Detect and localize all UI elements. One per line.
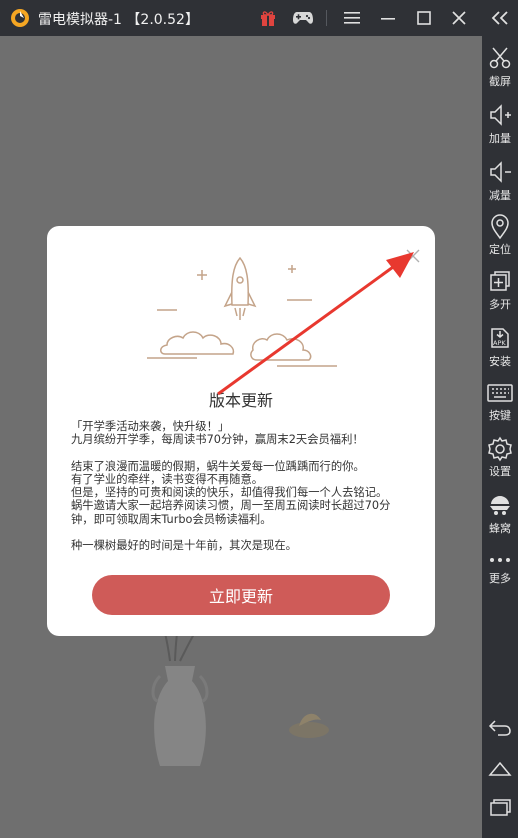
gamepad-icon[interactable] — [291, 6, 315, 30]
sidebar-label: 设置 — [489, 465, 511, 478]
sidebar-item-more[interactable]: 更多 — [482, 548, 518, 600]
body-line: 九月缤纷开学季，每周读书70分钟，赢周末2天会员福利！ — [71, 433, 364, 447]
annotation-arrow — [217, 252, 414, 396]
body-line: 有了学业的牵绊，读书变得不再随意。 — [71, 472, 264, 486]
sidebar-label: 安装 — [489, 355, 511, 368]
sidebar-item-multi-open[interactable]: 多开 — [482, 267, 518, 319]
leidian-logo-icon — [11, 9, 29, 27]
sidebar-label: 更多 — [489, 572, 511, 585]
menu-icon[interactable] — [340, 6, 364, 30]
maximize-icon[interactable] — [412, 6, 436, 30]
sidebar-label: 蜂窝 — [489, 522, 511, 535]
body-line: 但是，坚持的可贵和阅读的快乐，却值得我们每一个人去铭记。 — [71, 486, 388, 500]
sidebar-label: 减量 — [489, 189, 511, 202]
gear-icon — [488, 436, 512, 462]
sidebar-item-location[interactable]: 定位 — [482, 212, 518, 264]
keyboard-icon — [487, 384, 513, 402]
sidebar-item-keymap[interactable]: 按键 — [482, 380, 518, 432]
body-line: 钟，即可领取周末Turbo会员畅读福利。 — [71, 512, 272, 526]
body-line: 「开学季活动来袭，快升级！」 — [71, 420, 230, 433]
minimize-icon[interactable] — [376, 6, 400, 30]
sidebar-label: 按键 — [489, 409, 511, 422]
home-icon[interactable] — [482, 752, 518, 786]
sidebar-label: 多开 — [489, 298, 511, 311]
sidebar-item-settings[interactable]: 设置 — [482, 434, 518, 486]
sidebar-item-screenshot[interactable]: 截屏 — [482, 44, 518, 96]
emulator-screen[interactable]: 版本更新 「开学季活动来袭，快升级！」 九月缤纷开学季，每周读书70分钟，赢周末… — [0, 36, 482, 838]
titlebar-divider — [326, 10, 327, 26]
close-icon[interactable] — [447, 6, 471, 30]
hive-icon — [490, 496, 510, 515]
sidebar-item-volume-down[interactable]: 减量 — [482, 158, 518, 210]
more-dots-icon — [490, 558, 510, 562]
double-chevron-left-icon[interactable] — [482, 1, 518, 35]
sidebar-label: 加量 — [489, 132, 511, 145]
title-bar: 雷电模拟器-1 【2.0.52】 — [0, 0, 518, 36]
right-toolbar: 截屏 加量 减量 定位 多开 APK 安装 按键 设置 蜂窝 更多 — [482, 0, 518, 838]
window-title: 雷电模拟器-1 【2.0.52】 — [38, 12, 199, 28]
gift-icon[interactable] — [256, 6, 280, 30]
body-line: 结束了浪漫而温暖的假期，蜗牛关爱每一位踽踽而行的你。 — [71, 459, 365, 473]
body-line: 种一棵树最好的时间是十年前，其次是现在。 — [71, 539, 297, 553]
back-icon[interactable] — [482, 710, 518, 744]
apk-install-icon: APK — [491, 328, 509, 348]
dialog-body: 「开学季活动来袭，快升级！」 九月缤纷开学季，每周读书70分钟，赢周末2天会员福… — [71, 420, 421, 552]
sidebar-item-volume-up[interactable]: 加量 — [482, 101, 518, 153]
svg-text:APK: APK — [493, 339, 506, 347]
sidebar-item-install[interactable]: APK 安装 — [482, 324, 518, 376]
shell-decoration — [289, 713, 329, 738]
sidebar-label: 定位 — [489, 243, 511, 256]
scissors-icon — [489, 47, 511, 69]
recent-apps-icon[interactable] — [482, 790, 518, 824]
sidebar-item-hive[interactable]: 蜂窝 — [482, 491, 518, 543]
multi-window-icon — [490, 271, 510, 291]
location-pin-icon — [491, 214, 509, 240]
volume-up-icon — [490, 104, 511, 126]
sidebar-label: 截屏 — [489, 75, 511, 88]
update-now-button[interactable]: 立即更新 — [92, 575, 390, 615]
body-line: 蜗牛邀请大家一起培养阅读习惯，周一至周五阅读时长超过70分 — [71, 499, 391, 513]
volume-down-icon — [490, 161, 511, 183]
